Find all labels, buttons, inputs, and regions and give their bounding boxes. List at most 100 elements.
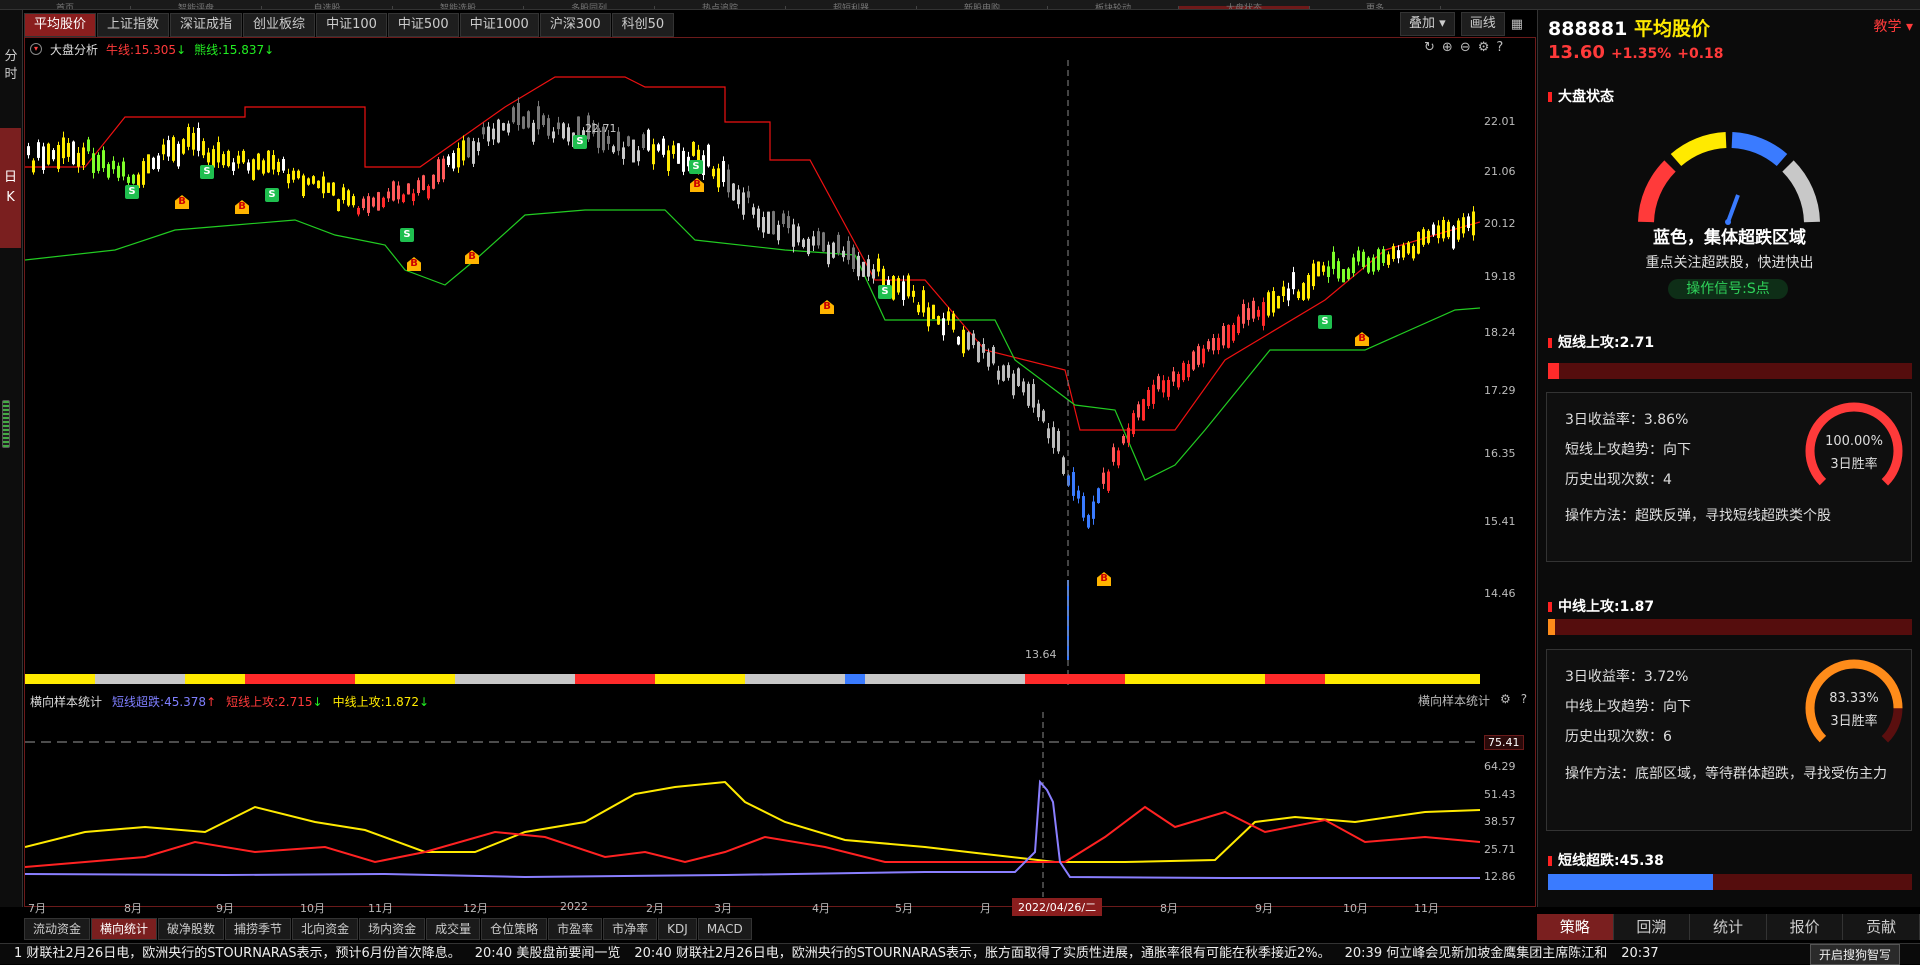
sell-signal-icon[interactable]: S xyxy=(200,165,214,179)
candle-body xyxy=(1362,251,1365,268)
candle-body xyxy=(1247,308,1250,320)
indicator-tab[interactable]: KDJ xyxy=(658,918,697,940)
bottom-tab[interactable]: 报价 xyxy=(1766,914,1844,940)
candle-body xyxy=(307,178,310,185)
index-tab[interactable]: 深证成指 xyxy=(170,13,243,37)
time-tick: 5月 xyxy=(895,902,913,915)
candle-body xyxy=(1417,231,1420,254)
sell-signal-icon[interactable]: S xyxy=(400,228,414,242)
index-tab[interactable]: 科创50 xyxy=(611,13,675,37)
resize-grip[interactable] xyxy=(2,400,10,448)
indicator-tab[interactable]: 市净率 xyxy=(603,918,658,940)
statistics-chart[interactable] xyxy=(25,712,1480,897)
candle-body xyxy=(222,154,225,166)
refresh-icon[interactable]: ↻ xyxy=(1424,40,1435,55)
sell-signal-icon[interactable]: S xyxy=(265,188,279,202)
price-tick: 16.35 xyxy=(1484,447,1516,460)
remove-icon[interactable]: ⊖ xyxy=(1460,40,1471,55)
window-tab[interactable]: 超短利器 xyxy=(786,5,917,9)
teach-link[interactable]: 教学 ▾ xyxy=(1874,16,1913,36)
indicator-tab[interactable]: 成交量 xyxy=(426,918,481,940)
indicator-tab[interactable]: 破净股数 xyxy=(158,918,225,940)
news-ticker[interactable]: 1 财联社2月26日电，欧洲央行的STOURNARAS表示，预计6月份首次降息。… xyxy=(0,943,1920,964)
lower-panel-icons: 横向样本统计 ⚙ ? xyxy=(1418,692,1527,709)
daily-k-tab[interactable]: 日K xyxy=(0,128,21,248)
status-segment xyxy=(655,674,745,684)
kline-chart[interactable]: 13.64 22.71 xyxy=(25,60,1480,685)
status-segment xyxy=(25,674,95,684)
candle-body xyxy=(192,132,195,150)
candle-body xyxy=(1367,257,1370,273)
index-tab[interactable]: 中证500 xyxy=(387,13,459,37)
candle-body xyxy=(382,197,385,208)
indicator-tab[interactable]: 场内资金 xyxy=(359,918,426,940)
arrow-down-icon: ↓ xyxy=(264,42,275,57)
news-item[interactable]: 20:40 财联社2月26日电，欧洲央行的STOURNARAS表示，胀方面取得了… xyxy=(634,946,1330,961)
price-tick: 19.18 xyxy=(1484,270,1516,283)
index-tab[interactable]: 沪深300 xyxy=(539,13,611,37)
chevron-down-icon: ▾ xyxy=(1905,19,1913,35)
candle-body xyxy=(392,181,395,201)
smart-write-button[interactable]: 开启搜狗智写 xyxy=(1809,944,1900,965)
candle-body xyxy=(982,343,985,353)
candle-body xyxy=(332,182,335,196)
help-icon[interactable]: ? xyxy=(1496,40,1503,55)
lower-panel-name[interactable]: 横向样本统计 xyxy=(30,693,102,710)
indicator-tab[interactable]: 横向统计 xyxy=(91,918,158,940)
sell-signal-icon[interactable]: S xyxy=(1318,315,1332,329)
window-tab[interactable]: 智能评盘 xyxy=(131,5,262,9)
candle-body xyxy=(822,232,825,252)
index-tab[interactable]: 中证100 xyxy=(316,13,387,37)
stat-tick: 12.86 xyxy=(1484,870,1516,883)
draw-line-button[interactable]: 画线 xyxy=(1460,12,1505,36)
candle-body xyxy=(722,161,725,183)
sell-signal-icon[interactable]: S xyxy=(125,185,139,199)
window-tab[interactable]: 更多 xyxy=(1310,5,1441,9)
window-tab[interactable]: 大盘状态 xyxy=(1179,5,1310,9)
low-price-label: 13.64 xyxy=(1025,648,1057,661)
window-tab[interactable]: 板块轮动 xyxy=(1048,5,1179,9)
sell-signal-icon[interactable]: S xyxy=(878,285,892,299)
bottom-tab[interactable]: 统计 xyxy=(1690,914,1767,940)
window-tab[interactable]: 多股同列 xyxy=(524,5,655,9)
price-tick: 17.29 xyxy=(1484,384,1516,397)
indicator-name[interactable]: 大盘分析 xyxy=(50,41,98,58)
overlay-button[interactable]: 叠加 ▾ xyxy=(1400,12,1455,36)
indicator-tab[interactable]: 流动资金 xyxy=(24,918,91,940)
indicator-tab[interactable]: 仓位策略 xyxy=(481,918,548,940)
index-tab[interactable]: 平均股价 xyxy=(24,13,97,37)
method: 操作方法：超跌反弹，寻找短线超跌类个股 xyxy=(1565,508,1831,524)
window-tab[interactable]: 自选股 xyxy=(262,5,393,9)
settings-icon[interactable]: ⚙ xyxy=(1478,40,1490,55)
candle-body xyxy=(347,190,350,206)
sell-signal-icon[interactable]: S xyxy=(573,135,587,149)
index-tab[interactable]: 创业板综 xyxy=(243,13,316,37)
indicator-tab[interactable]: 捕捞季节 xyxy=(225,918,292,940)
settings-icon[interactable]: ⚙ xyxy=(1500,692,1511,709)
window-tab[interactable]: 智能选股 xyxy=(393,5,524,9)
news-item[interactable]: 20:39 何立峰会见新加坡金鹰集团主席陈江和 xyxy=(1345,946,1608,961)
chevron-down-icon[interactable]: ▾ xyxy=(30,43,42,55)
bottom-tab[interactable]: 贡献 xyxy=(1843,914,1920,940)
candle-body xyxy=(37,142,40,158)
news-item[interactable]: 1 财联社2月26日电，欧洲央行的STOURNARAS表示，预计6月份首次降息。 xyxy=(14,946,461,961)
indicator-tab[interactable]: 北向资金 xyxy=(292,918,359,940)
index-tab[interactable]: 中证1000 xyxy=(459,13,539,37)
indicator-tab[interactable]: MACD xyxy=(697,918,752,940)
candle-body xyxy=(1397,250,1400,259)
add-icon[interactable]: ⊕ xyxy=(1442,40,1453,55)
candle-body xyxy=(1372,257,1375,272)
news-item[interactable]: 20:40 美股盘前要闻一览 xyxy=(475,946,621,961)
help-icon[interactable]: ? xyxy=(1521,692,1527,709)
layout-icon[interactable]: ▦ xyxy=(1511,17,1523,32)
bottom-tab[interactable]: 策略 xyxy=(1537,914,1614,940)
bottom-tab[interactable]: 回溯 xyxy=(1613,914,1691,940)
sell-signal-icon[interactable]: S xyxy=(689,160,703,174)
indicator-tab[interactable]: 市盈率 xyxy=(548,918,603,940)
intraday-tab[interactable]: 分时 xyxy=(3,48,19,84)
window-tab[interactable]: 新股申购 xyxy=(917,5,1048,9)
index-tab[interactable]: 上证指数 xyxy=(97,13,170,37)
news-item[interactable]: 20:37 xyxy=(1621,946,1658,961)
window-tab[interactable]: 热点追踪 xyxy=(655,5,786,9)
candle-body xyxy=(802,239,805,247)
